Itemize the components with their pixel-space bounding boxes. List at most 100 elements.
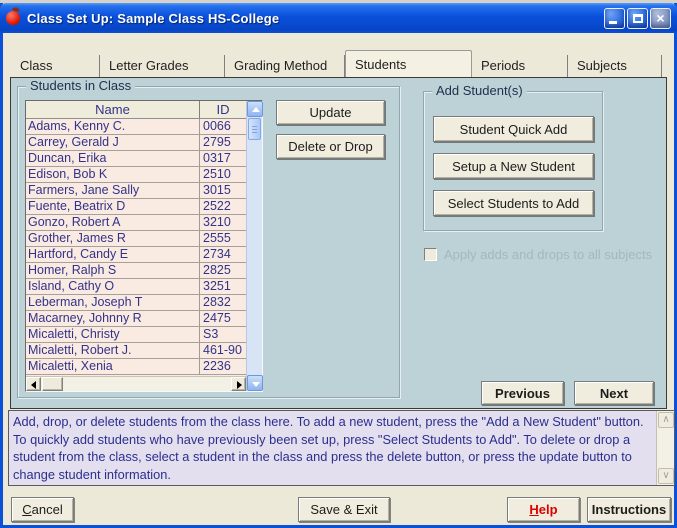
table-row[interactable]: Farmers, Jane Sally 3015 — [26, 183, 246, 199]
apply-adds-drops-checkbox[interactable] — [424, 248, 437, 261]
student-id-cell: 2734 — [199, 247, 246, 262]
table-row[interactable]: Leberman, Joseph T 2832 — [26, 295, 246, 311]
tab-subjects[interactable]: Subjects — [568, 55, 662, 77]
close-button[interactable]: × — [650, 7, 671, 29]
student-name-cell: Carrey, Gerald J — [28, 135, 119, 149]
table-row[interactable]: Micaletti, Xenia 2236 — [26, 359, 246, 375]
column-header-name[interactable]: Name — [26, 101, 199, 118]
student-name-cell: Island, Cathy O — [28, 279, 115, 293]
dialog-body: Class Letter Grades Grading Method Students… — [6, 36, 675, 522]
student-name-cell: Leberman, Joseph T — [28, 295, 143, 309]
instructions-button[interactable]: Instructions — [587, 497, 671, 522]
close-icon: × — [656, 9, 665, 26]
help-button[interactable]: Help — [507, 497, 580, 522]
student-name-cell: Micaletti, Christy — [28, 327, 120, 341]
student-id-cell: 2555 — [199, 231, 246, 246]
tab-students[interactable]: Students — [345, 50, 472, 77]
students-tab-panel: Students in Class Name ID Adams, Kenny C… — [10, 77, 667, 409]
next-button[interactable]: Next — [574, 381, 654, 405]
student-name-cell: Adams, Kenny C. — [28, 119, 126, 133]
students-in-class-title: Students in Class — [26, 79, 136, 93]
maximize-icon — [633, 13, 643, 23]
student-list-rows: Adams, Kenny C. 0066 Carrey, Gerald J 2795 D… — [26, 119, 246, 376]
student-name-cell: Duncan, Erika — [28, 151, 107, 165]
minimize-button[interactable] — [604, 7, 625, 29]
select-students-to-add-button[interactable]: Select Students to Add — [433, 190, 594, 216]
table-row[interactable]: Homer, Ralph S 2825 — [26, 263, 246, 279]
student-id-cell: 3015 — [199, 183, 246, 198]
minimize-icon — [609, 20, 617, 24]
setup-new-student-button[interactable]: Setup a New Student — [433, 153, 594, 179]
apple-icon — [6, 11, 20, 25]
tab-letter-grades[interactable]: Letter Grades — [100, 55, 225, 77]
instructions-textbox[interactable]: Add, drop, or delete students from the c… — [8, 410, 675, 486]
tab-bar: Class Letter Grades Grading Method Students… — [11, 48, 662, 77]
student-name-cell: Farmers, Jane Sally — [28, 183, 140, 197]
student-id-cell: 2475 — [199, 311, 246, 326]
update-button[interactable]: Update — [276, 100, 385, 125]
maximize-button[interactable] — [627, 7, 648, 29]
student-name-cell: Micaletti, Xenia — [28, 359, 113, 373]
table-row[interactable]: Gonzo, Robert A 3210 — [26, 215, 246, 231]
table-row[interactable]: Micaletti, Christy S3 — [26, 327, 246, 343]
horizontal-scroll-thumb[interactable] — [42, 377, 63, 391]
horizontal-scrollbar[interactable] — [26, 376, 246, 391]
add-buttons-container: Student Quick Add Setup a New Student Sele… — [424, 116, 594, 227]
scroll-left-icon[interactable] — [26, 377, 41, 391]
cancel-button[interactable]: Cancel — [11, 497, 74, 522]
students-in-class-group: Students in Class Name ID Adams, Kenny C… — [17, 79, 400, 398]
table-row[interactable]: Hartford, Candy E 2734 — [26, 247, 246, 263]
student-name-cell: Macarney, Johnny R — [28, 311, 142, 325]
student-name-cell: Edison, Bob K — [28, 167, 108, 181]
window-title: Class Set Up: Sample Class HS-College — [27, 10, 280, 26]
student-id-cell: 2825 — [199, 263, 246, 278]
table-row[interactable]: Island, Cathy O 3251 — [26, 279, 246, 295]
instructions-scroll-up-icon[interactable]: ∧ — [658, 412, 674, 428]
table-row[interactable]: Grother, James R 2555 — [26, 231, 246, 247]
student-name-cell: Micaletti, Robert J. — [28, 343, 132, 357]
scroll-up-icon[interactable] — [247, 101, 263, 117]
apply-adds-drops-label: Apply adds and drops to all subjects — [444, 247, 653, 262]
titlebar[interactable]: Class Set Up: Sample Class HS-College × — [0, 3, 677, 33]
scroll-down-icon[interactable] — [247, 375, 263, 391]
student-id-cell: 0066 — [199, 119, 246, 134]
column-header-id[interactable]: ID — [199, 101, 246, 118]
save-and-exit-button[interactable]: Save & Exit — [298, 497, 390, 522]
student-id-cell: 3251 — [199, 279, 246, 294]
tab-class[interactable]: Class — [11, 55, 100, 77]
table-row[interactable]: Fuente, Beatrix D 2522 — [26, 199, 246, 215]
instructions-scroll-down-icon[interactable]: ∨ — [658, 468, 674, 484]
table-row[interactable]: Macarney, Johnny R 2475 — [26, 311, 246, 327]
instructions-scrollbar[interactable]: ∧ ∨ — [656, 411, 674, 485]
delete-or-drop-button[interactable]: Delete or Drop — [276, 134, 385, 159]
previous-button[interactable]: Previous — [481, 381, 564, 405]
student-id-cell: 0317 — [199, 151, 246, 166]
table-row[interactable]: Adams, Kenny C. 0066 — [26, 119, 246, 135]
student-id-cell: 2832 — [199, 295, 246, 310]
table-row[interactable]: Micaletti, Robert J. 461-90 — [26, 343, 246, 359]
table-row[interactable]: Carrey, Gerald J 2795 — [26, 135, 246, 151]
table-row[interactable]: Edison, Bob K 2510 — [26, 167, 246, 183]
student-name-cell: Grother, James R — [28, 231, 126, 245]
scroll-right-icon[interactable] — [231, 377, 246, 391]
student-id-cell: 2236 — [199, 359, 246, 374]
student-id-cell: 3210 — [199, 215, 246, 230]
add-students-group: Add Student(s) Student Quick Add Setup a … — [423, 84, 603, 231]
tab-grading-method[interactable]: Grading Method — [225, 55, 345, 77]
student-name-cell: Homer, Ralph S — [28, 263, 117, 277]
student-id-cell: 2510 — [199, 167, 246, 182]
table-row[interactable]: Duncan, Erika 0317 — [26, 151, 246, 167]
student-id-cell: 2795 — [199, 135, 246, 150]
student-name-cell: Fuente, Beatrix D — [28, 199, 126, 213]
student-id-cell: 461-90 — [199, 343, 246, 358]
tab-periods[interactable]: Periods — [472, 55, 568, 77]
window-controls: × — [604, 7, 671, 29]
student-quick-add-button[interactable]: Student Quick Add — [433, 116, 594, 142]
class-setup-window: Class Letter Grades Grading Method Students… — [0, 3, 677, 528]
student-id-cell: S3 — [199, 327, 246, 342]
apply-adds-drops-checkbox-row: Apply adds and drops to all subjects — [424, 247, 652, 262]
student-name-cell: Hartford, Candy E — [28, 247, 129, 261]
vertical-scrollbar[interactable] — [246, 101, 263, 391]
vertical-scroll-thumb[interactable] — [248, 118, 261, 140]
student-list[interactable]: Name ID Adams, Kenny C. 0066 Carrey, Geral… — [25, 100, 263, 392]
